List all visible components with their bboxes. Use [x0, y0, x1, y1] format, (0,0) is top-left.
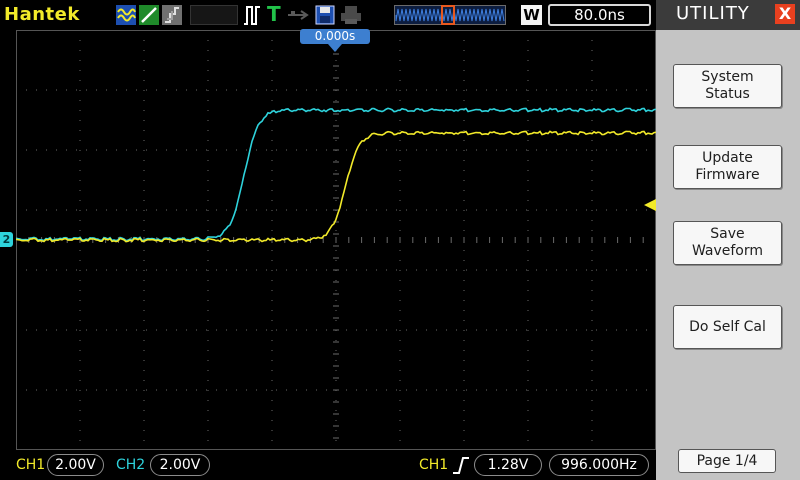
- save-waveform-button[interactable]: Save Waveform: [673, 221, 782, 265]
- frequency-readout: 996.000Hz: [549, 454, 649, 476]
- brand-logo: Hantek: [4, 4, 80, 25]
- self-calibration-button[interactable]: Do Self Cal: [673, 305, 782, 349]
- trigger-mode-indicator: T: [267, 2, 281, 26]
- ch1-label: CH1: [16, 457, 46, 473]
- waveform-display-icon[interactable]: [116, 5, 136, 25]
- ch1-scale-readout[interactable]: 2.00V: [47, 454, 104, 476]
- usb-icon: [288, 10, 309, 20]
- page-indicator-button[interactable]: Page 1/4: [678, 449, 776, 473]
- ch2-ground-marker[interactable]: 2: [0, 232, 13, 247]
- menu-title-bar: UTILITY X: [656, 0, 800, 30]
- menu-title: UTILITY: [676, 3, 750, 24]
- printer-icon[interactable]: [340, 5, 362, 25]
- rising-edge-icon: [244, 6, 260, 25]
- update-firmware-button[interactable]: Update Firmware: [673, 145, 782, 189]
- trigger-position-arrow-icon: [328, 44, 342, 52]
- waveform-display[interactable]: [16, 30, 656, 450]
- trigger-position-marker[interactable]: 0.000s: [300, 29, 370, 44]
- trigger-source-label: CH1: [419, 457, 449, 473]
- ch2-label: CH2: [116, 457, 146, 473]
- window-mode-badge: W: [521, 5, 542, 25]
- ramp-icon[interactable]: [139, 5, 159, 25]
- timebase-readout[interactable]: 80.0ns: [548, 4, 651, 26]
- save-disk-icon[interactable]: [315, 5, 335, 25]
- trigger-level-readout[interactable]: 1.28V: [474, 454, 542, 476]
- persistence-icon[interactable]: [162, 5, 182, 25]
- ch2-scale-readout[interactable]: 2.00V: [150, 454, 210, 476]
- memory-depth-indicator: [394, 5, 506, 25]
- status-panel: [190, 5, 238, 25]
- close-icon[interactable]: X: [775, 4, 795, 24]
- utility-menu: UTILITY X System Status Update Firmware …: [656, 0, 800, 480]
- top-status-bar: Hantek T W 80.0ns: [0, 0, 656, 30]
- trigger-rising-edge-icon: [453, 457, 469, 474]
- system-status-button[interactable]: System Status: [673, 64, 782, 108]
